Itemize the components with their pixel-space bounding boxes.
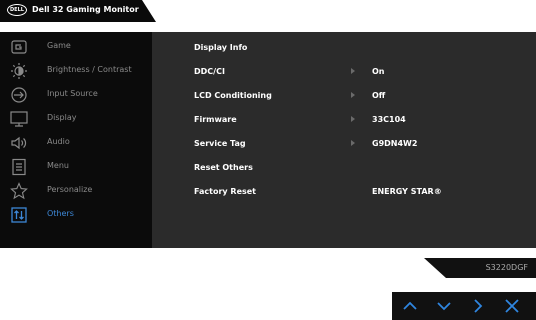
menu-item-brightness-contrast[interactable]: Brightness / Contrast [0, 59, 152, 83]
lcd-conditioning-value: Off [372, 91, 386, 100]
service-tag-row[interactable]: Service Tag G9DN4W2 [194, 133, 524, 157]
service-tag-value: G9DN4W2 [372, 139, 418, 148]
menu-item-others[interactable]: Others [0, 203, 152, 227]
menu-item-audio[interactable]: Audio [0, 131, 152, 155]
audio-icon [10, 134, 28, 152]
settings-panel: Display Info DDC/CI On LCD Conditioning … [152, 32, 536, 248]
model-badge: S3220DGF [424, 258, 536, 278]
right-arrow-icon[interactable] [468, 296, 488, 316]
menu-label: Input Source [47, 89, 98, 98]
up-arrow-icon[interactable] [400, 296, 420, 316]
menu-label: Personalize [47, 185, 93, 194]
dell-logo: DELL [7, 4, 27, 16]
firmware-value: 33C104 [372, 115, 406, 124]
nav-bar [392, 292, 536, 320]
service-tag-label: Service Tag [194, 139, 246, 148]
brightness-icon [10, 62, 28, 80]
others-icon [10, 206, 28, 224]
arrow-right-icon [351, 68, 355, 74]
close-icon[interactable] [502, 296, 522, 316]
down-arrow-icon[interactable] [434, 296, 454, 316]
menu-label: Others [47, 209, 74, 218]
menu-item-game[interactable]: Game [0, 35, 152, 59]
osd-title: Dell 32 Gaming Monitor [32, 5, 139, 14]
arrow-right-icon [351, 116, 355, 122]
display-info-label: Display Info [194, 43, 248, 52]
main-menu: Game Brightness / Contrast Input Source … [0, 32, 152, 248]
game-icon [10, 38, 28, 56]
ddc-ci-label: DDC/CI [194, 67, 225, 76]
menu-label: Audio [47, 137, 70, 146]
menu-item-personalize[interactable]: Personalize [0, 179, 152, 203]
ddc-ci-value: On [372, 67, 385, 76]
factory-reset-label: Factory Reset [194, 187, 256, 196]
menu-item-input-source[interactable]: Input Source [0, 83, 152, 107]
arrow-right-icon [351, 140, 355, 146]
menu-label: Menu [47, 161, 69, 170]
firmware-label: Firmware [194, 115, 237, 124]
menu-item-menu[interactable]: Menu [0, 155, 152, 179]
reset-others-row[interactable]: Reset Others [194, 157, 524, 181]
menu-item-display[interactable]: Display [0, 107, 152, 131]
lcd-conditioning-row[interactable]: LCD Conditioning Off [194, 85, 524, 109]
energy-star-label: ENERGY STAR® [372, 187, 442, 196]
input-source-icon [10, 86, 28, 104]
osd-header: DELL Dell 32 Gaming Monitor [0, 0, 156, 22]
display-icon [10, 110, 28, 128]
factory-reset-row[interactable]: Factory Reset ENERGY STAR® [194, 181, 524, 205]
star-icon [10, 182, 28, 200]
lcd-conditioning-label: LCD Conditioning [194, 91, 272, 100]
menu-label: Game [47, 41, 71, 50]
ddc-ci-row[interactable]: DDC/CI On [194, 61, 524, 85]
arrow-right-icon [351, 92, 355, 98]
menu-icon [10, 158, 28, 176]
reset-others-label: Reset Others [194, 163, 253, 172]
menu-label: Brightness / Contrast [47, 65, 132, 74]
model-name: S3220DGF [485, 263, 528, 272]
display-info-row[interactable]: Display Info [194, 37, 524, 61]
menu-label: Display [47, 113, 77, 122]
firmware-row[interactable]: Firmware 33C104 [194, 109, 524, 133]
